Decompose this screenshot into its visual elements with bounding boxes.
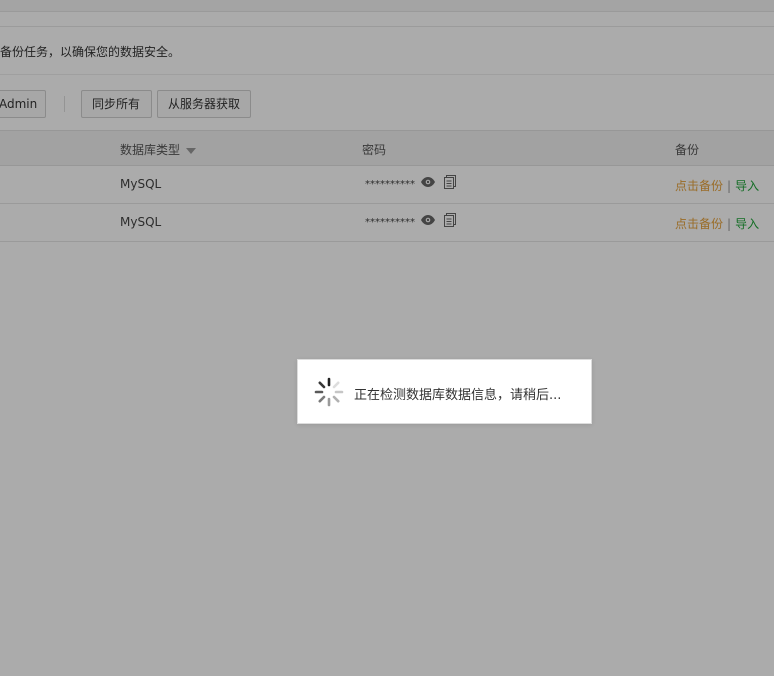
- loading-dialog: 正在检测数据库数据信息，请稍后...: [297, 359, 592, 424]
- spinner-icon: [314, 377, 344, 407]
- loading-message: 正在检测数据库数据信息，请稍后...: [354, 388, 562, 403]
- modal-overlay: [0, 0, 774, 676]
